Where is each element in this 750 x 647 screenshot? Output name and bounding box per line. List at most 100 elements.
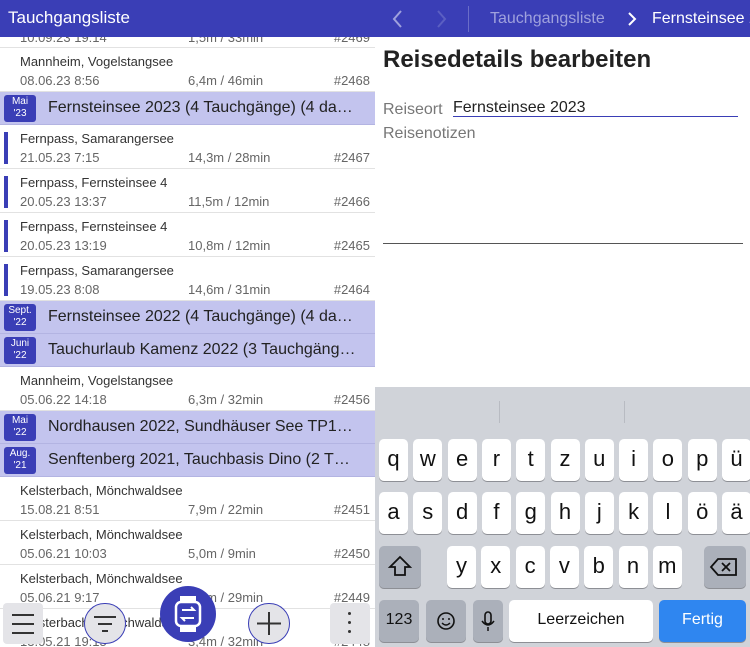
- dive-location: Fernpass, Fernsteinsee 4: [20, 175, 168, 190]
- list-item[interactable]: Mannheim, Vogelstangsee 05.06.22 14:18 6,3…: [0, 367, 375, 411]
- trip-row[interactable]: Aug. '21 Senftenberg 2021, Tauchbasis Dino…: [0, 444, 375, 477]
- list-item[interactable]: 10.09.23 19:14 1,5m / 33min #2469: [0, 37, 375, 48]
- list-header: Tauchgangsliste: [0, 0, 375, 37]
- dive-date: 05.06.21 10:03: [20, 546, 107, 561]
- dictation-key[interactable]: [473, 600, 503, 642]
- reiseort-input[interactable]: Fernsteinsee 2023: [453, 99, 738, 117]
- key-a[interactable]: a: [379, 492, 408, 534]
- dive-depth-duration: 5,0m / 9min: [188, 546, 256, 561]
- dive-location: Kelsterbach, Mönchwaldsee: [20, 483, 183, 498]
- dive-location: Mannheim, Vogelstangsee: [20, 54, 174, 69]
- key-k[interactable]: k: [619, 492, 649, 534]
- shift-key[interactable]: [379, 546, 421, 588]
- key-s[interactable]: s: [413, 492, 443, 534]
- badge-month: Mai: [11, 415, 29, 426]
- badge-year: '22: [13, 317, 27, 328]
- numbers-key[interactable]: 123: [379, 600, 419, 642]
- key-g[interactable]: g: [516, 492, 546, 534]
- shift-icon: [387, 555, 413, 576]
- key-x[interactable]: x: [481, 546, 511, 588]
- backspace-key[interactable]: [704, 546, 746, 588]
- key-o[interactable]: o: [653, 439, 683, 481]
- dive-number: #2451: [333, 502, 370, 517]
- microphone-icon: [481, 611, 495, 631]
- dive-number: #2465: [333, 238, 370, 253]
- key-l[interactable]: l: [653, 492, 683, 534]
- emoji-icon: [437, 612, 455, 630]
- header-divider: [468, 6, 469, 32]
- badge-month: Mai: [11, 96, 29, 107]
- key-f[interactable]: f: [481, 492, 511, 534]
- list-item[interactable]: Fernpass, Samarangersee 19.05.23 8:08 14,6…: [0, 257, 375, 301]
- key-y[interactable]: y: [447, 546, 476, 588]
- key-m[interactable]: m: [652, 546, 682, 588]
- list-item[interactable]: Fernpass, Fernsteinsee 4 20.05.23 13:19 10…: [0, 213, 375, 257]
- dive-date: 10.09.23 19:14: [20, 37, 107, 45]
- watch-sync-icon: [174, 596, 202, 632]
- dive-location: Fernpass, Fernsteinsee 4: [20, 219, 168, 234]
- key-r[interactable]: r: [481, 439, 511, 481]
- key-n[interactable]: n: [618, 546, 648, 588]
- dive-date: 15.08.21 8:51: [20, 502, 100, 517]
- dive-list[interactable]: 10.09.23 19:14 1,5m / 33min #2469 Mannhe…: [0, 37, 375, 647]
- dive-date: 08.06.23 8:56: [20, 73, 100, 88]
- dive-depth-duration: 1,5m / 33min: [188, 37, 264, 45]
- key-t[interactable]: t: [516, 439, 546, 481]
- dive-number: #2456: [333, 392, 370, 407]
- trip-marker: [4, 132, 8, 164]
- key-p[interactable]: p: [687, 439, 717, 481]
- key-q[interactable]: q: [379, 439, 408, 481]
- key-e[interactable]: e: [447, 439, 477, 481]
- breadcrumb-parent[interactable]: Tauchgangsliste: [490, 10, 605, 28]
- space-key[interactable]: Leerzeichen: [509, 600, 653, 642]
- trip-title: Nordhausen 2022, Sundhäuser See TP1…: [48, 418, 353, 435]
- dive-depth-duration: 6,3m / 32min: [188, 392, 264, 407]
- key-d[interactable]: d: [447, 492, 477, 534]
- done-key[interactable]: Fertig: [659, 600, 746, 642]
- page-title: Reisedetails bearbeiten: [383, 46, 652, 73]
- key-v[interactable]: v: [549, 546, 579, 588]
- key-j[interactable]: j: [584, 492, 614, 534]
- trip-row[interactable]: Juni '22 Tauchurlaub Kamenz 2022 (3 Tauchg…: [0, 334, 375, 367]
- key-c[interactable]: c: [515, 546, 545, 588]
- reisenotizen-input[interactable]: [383, 243, 743, 244]
- chevron-right-icon[interactable]: [428, 6, 454, 32]
- sync-dive-computer-button[interactable]: [160, 586, 216, 642]
- chevron-left-icon[interactable]: [385, 6, 411, 32]
- list-item[interactable]: Kelsterbach, Mönchwaldsee 15.08.21 8:51 7,…: [0, 477, 375, 521]
- more-options-button[interactable]: [330, 603, 370, 644]
- key-ä[interactable]: ä: [722, 492, 750, 534]
- trip-row[interactable]: Sept. '22 Fernsteinsee 2022 (4 Tauchgänge)…: [0, 301, 375, 334]
- key-b[interactable]: b: [584, 546, 614, 588]
- key-z[interactable]: z: [550, 439, 580, 481]
- dive-number: #2467: [333, 150, 370, 165]
- list-item[interactable]: Fernpass, Fernsteinsee 4 20.05.23 13:37 11…: [0, 169, 375, 213]
- key-ü[interactable]: ü: [722, 439, 750, 481]
- list-item[interactable]: Mannheim, Vogelstangsee 08.06.23 8:56 6,4m…: [0, 48, 375, 92]
- key-w[interactable]: w: [413, 439, 443, 481]
- badge-year: '21: [13, 460, 27, 471]
- trip-edit-pane: Tauchgangsliste Fernsteinsee 2023 Reised…: [375, 0, 750, 647]
- key-u[interactable]: u: [584, 439, 614, 481]
- list-item[interactable]: Fernpass, Samarangersee 21.05.23 7:15 14,3…: [0, 125, 375, 169]
- trip-date-badge: Mai '23: [4, 95, 36, 122]
- list-item[interactable]: Kelsterbach, Mönchwaldsee 05.06.21 10:03 5…: [0, 521, 375, 565]
- trip-row[interactable]: Mai '22 Nordhausen 2022, Sundhäuser See TP…: [0, 411, 375, 444]
- trip-title: Fernsteinsee 2022 (4 Tauchgänge) (4 da…: [48, 308, 353, 325]
- key-ö[interactable]: ö: [687, 492, 717, 534]
- dive-date: 21.05.23 7:15: [20, 150, 100, 165]
- key-h[interactable]: h: [550, 492, 580, 534]
- emoji-key[interactable]: [426, 600, 466, 642]
- trip-marker: [4, 264, 8, 296]
- filter-button[interactable]: [84, 603, 126, 644]
- key-i[interactable]: i: [619, 439, 649, 481]
- breadcrumb-current: Fernsteinsee 2023: [652, 10, 750, 27]
- dive-number: #2466: [333, 194, 370, 209]
- menu-button[interactable]: [3, 603, 43, 644]
- dive-list-pane: Tauchgangsliste 10.09.23 19:14 1,5m / 33…: [0, 0, 375, 647]
- trip-title: Senftenberg 2021, Tauchbasis Dino (2 T…: [48, 451, 350, 468]
- dive-depth-duration: 6,4m / 46min: [188, 73, 264, 88]
- trip-row[interactable]: Mai '23 Fernsteinsee 2023 (4 Tauchgänge) (…: [0, 92, 375, 125]
- add-dive-button[interactable]: [248, 603, 290, 644]
- dive-depth-duration: 10,8m / 12min: [188, 238, 271, 253]
